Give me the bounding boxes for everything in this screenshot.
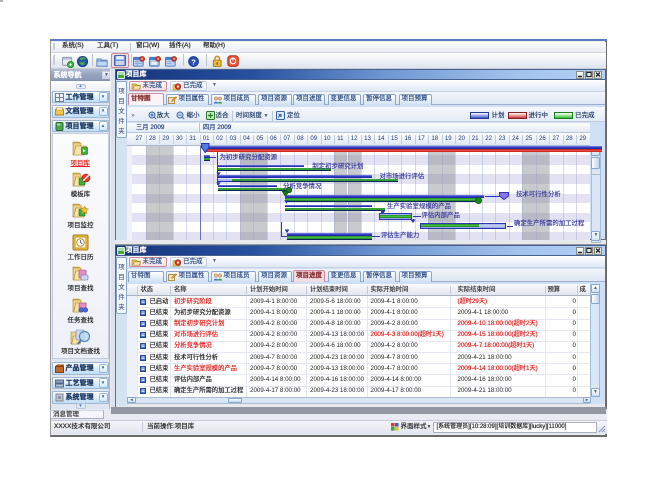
svg-text:?: ? (191, 57, 196, 66)
